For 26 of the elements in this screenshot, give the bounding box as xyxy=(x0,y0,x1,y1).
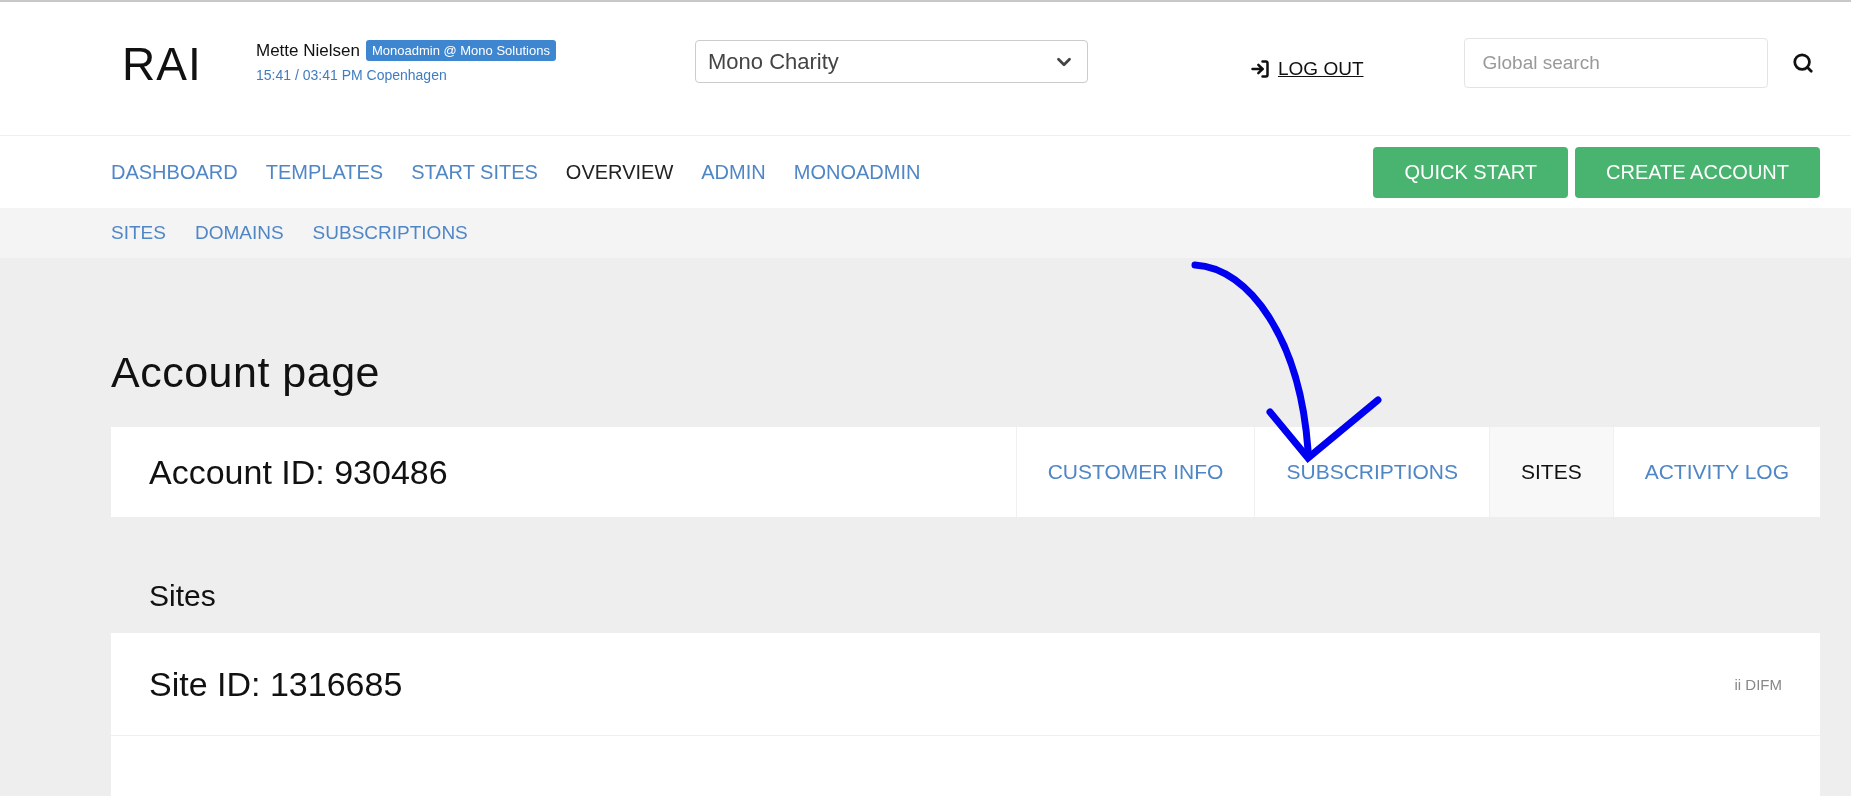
create-account-button[interactable]: CREATE ACCOUNT xyxy=(1575,146,1820,198)
nav-link[interactable]: DASHBOARD xyxy=(111,160,238,184)
search-icon[interactable] xyxy=(1791,51,1814,74)
logout-link[interactable]: LOG OUT xyxy=(1250,57,1364,80)
nav-link[interactable]: TEMPLATES xyxy=(265,160,384,184)
site-tag: ii DIFM xyxy=(1734,675,1782,693)
user-name: Mette Nielsen xyxy=(256,40,360,61)
account-tab[interactable]: SITES xyxy=(1489,427,1613,517)
subnav-link[interactable]: SUBSCRIPTIONS xyxy=(312,222,468,244)
sign-in-icon xyxy=(1250,58,1270,79)
local-time: 15:41 / 03:41 PM Copenhagen xyxy=(256,67,448,83)
nav-link[interactable]: START SITES xyxy=(411,160,538,184)
search-field[interactable]: Global search xyxy=(1463,37,1768,88)
logo: RAI xyxy=(122,36,203,91)
role-badge: Monoadmin @ Mono Solutions xyxy=(365,40,556,61)
subnav-link[interactable]: DOMAINS xyxy=(194,222,284,244)
subnav-link[interactable]: SITES xyxy=(111,222,166,244)
page-title: Account page xyxy=(111,348,381,397)
nav-link[interactable]: OVERVIEW xyxy=(565,160,674,184)
quick-start-button[interactable]: QUICK START xyxy=(1373,146,1568,198)
site-id: Site ID: 1316685 xyxy=(149,664,404,704)
account-id: Account ID: 930486 xyxy=(148,452,449,492)
nav-link[interactable]: MONOADMIN xyxy=(793,160,921,184)
section-heading: Sites xyxy=(148,578,217,614)
account-select[interactable]: Mono Charity xyxy=(695,40,1088,83)
nav-link[interactable]: ADMIN xyxy=(701,160,766,184)
